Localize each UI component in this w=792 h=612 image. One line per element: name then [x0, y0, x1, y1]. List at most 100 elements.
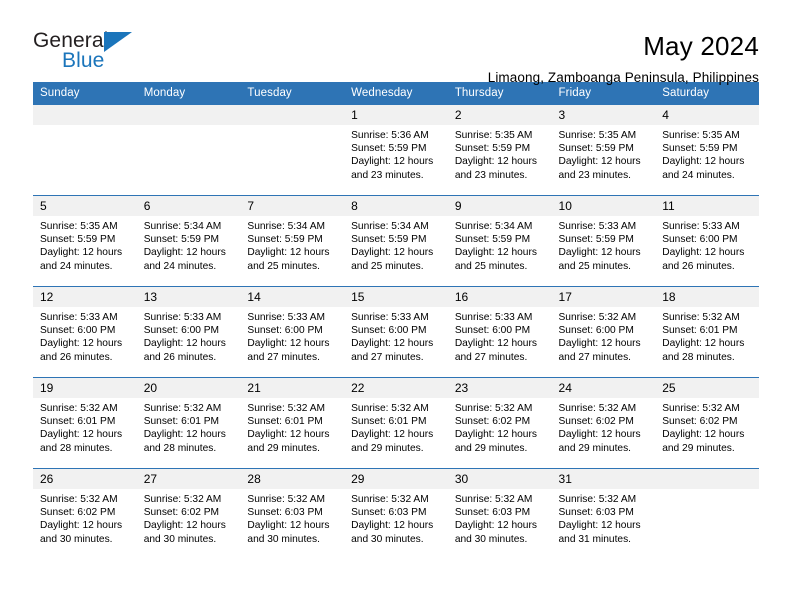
detail-daylight-2: and 30 minutes.: [40, 533, 113, 545]
calendar-day-cell[interactable]: 28 Sunrise: 5:32 AM Sunset: 6:03 PM Dayligh…: [240, 468, 345, 559]
detail-daylight-1: Daylight: 12 hours: [351, 338, 434, 350]
day-cell-inner: 20 Sunrise: 5:32 AM Sunset: 6:01 PM Dayligh…: [136, 378, 241, 468]
calendar-day-cell[interactable]: 1 Sunrise: 5:36 AM Sunset: 5:59 PM Daylight…: [344, 104, 448, 196]
triangle-icon: [104, 32, 132, 52]
calendar-day-cell[interactable]: 14 Sunrise: 5:33 AM Sunset: 6:00 PM Dayligh…: [240, 286, 345, 378]
day-cell-inner: 19 Sunrise: 5:32 AM Sunset: 6:01 PM Dayligh…: [33, 378, 137, 468]
detail-daylight-1: Daylight: 12 hours: [454, 429, 537, 441]
day-number: 14: [240, 287, 345, 307]
title-block: May 2024 Limaong, Zamboanga Peninsula, P…: [488, 30, 759, 85]
day-cell-inner: 4 Sunrise: 5:35 AM Sunset: 5:59 PM Daylight…: [655, 105, 759, 195]
day-number: 2: [447, 105, 552, 125]
weekday-header-sunday: Sunday: [33, 82, 137, 105]
day-number: 19: [33, 378, 137, 398]
calendar-day-cell[interactable]: 18 Sunrise: 5:32 AM Sunset: 6:01 PM Dayligh…: [655, 286, 759, 378]
calendar-day-cell[interactable]: 22 Sunrise: 5:32 AM Sunset: 6:01 PM Dayligh…: [344, 377, 448, 469]
day-details: Sunrise: 5:32 AM Sunset: 6:01 PM Daylight:…: [137, 398, 241, 455]
detail-sunset: Sunset: 6:01 PM: [247, 416, 323, 428]
calendar-day-cell[interactable]: 23 Sunrise: 5:32 AM Sunset: 6:02 PM Dayligh…: [447, 377, 552, 469]
detail-daylight-2: and 30 minutes.: [351, 533, 424, 545]
calendar-day-cell[interactable]: 11 Sunrise: 5:33 AM Sunset: 6:00 PM Dayligh…: [655, 195, 759, 287]
detail-daylight-2: and 25 minutes.: [351, 260, 424, 272]
day-number: 20: [136, 378, 241, 398]
general-blue-logo[interactable]: General Blue: [33, 30, 143, 76]
calendar-day-cell[interactable]: 7 Sunrise: 5:34 AM Sunset: 5:59 PM Daylight…: [240, 195, 345, 287]
detail-sunset: Sunset: 5:59 PM: [247, 234, 323, 246]
detail-daylight-2: and 30 minutes.: [143, 533, 217, 545]
calendar-day-cell[interactable]: 24 Sunrise: 5:32 AM Sunset: 6:02 PM Dayligh…: [551, 377, 656, 469]
weekday-header-friday: Friday: [551, 82, 656, 105]
detail-daylight-2: and 29 minutes.: [454, 442, 528, 454]
calendar-day-cell[interactable]: 6 Sunrise: 5:34 AM Sunset: 5:59 PM Daylight…: [136, 195, 241, 287]
weekday-header-tuesday: Tuesday: [240, 82, 345, 105]
day-details: Sunrise: 5:36 AM Sunset: 5:59 PM Daylight:…: [344, 125, 448, 182]
day-number: 6: [136, 196, 241, 216]
calendar-day-cell[interactable]: 30 Sunrise: 5:32 AM Sunset: 6:03 PM Dayligh…: [447, 468, 552, 559]
day-details: Sunrise: 5:35 AM Sunset: 5:59 PM Daylight:…: [655, 125, 759, 182]
calendar-day-cell[interactable]: 29 Sunrise: 5:32 AM Sunset: 6:03 PM Dayligh…: [344, 468, 448, 559]
day-cell-inner: 9 Sunrise: 5:34 AM Sunset: 5:59 PM Daylight…: [447, 196, 552, 286]
calendar-day-cell[interactable]: 12 Sunrise: 5:33 AM Sunset: 6:00 PM Dayligh…: [33, 286, 137, 378]
detail-sunset: Sunset: 6:01 PM: [143, 416, 220, 428]
day-number: 22: [344, 378, 448, 398]
calendar-day-cell[interactable]: 25 Sunrise: 5:32 AM Sunset: 6:02 PM Dayligh…: [655, 377, 759, 469]
day-cell-inner: 13 Sunrise: 5:33 AM Sunset: 6:00 PM Dayligh…: [136, 287, 241, 377]
calendar-day-cell[interactable]: 10 Sunrise: 5:33 AM Sunset: 5:59 PM Dayligh…: [551, 195, 656, 287]
detail-sunset: Sunset: 6:00 PM: [247, 325, 323, 337]
calendar-day-cell[interactable]: 5 Sunrise: 5:35 AM Sunset: 5:59 PM Daylight…: [33, 195, 137, 287]
day-cell-inner: 16 Sunrise: 5:33 AM Sunset: 6:00 PM Dayligh…: [447, 287, 552, 377]
calendar-day-cell[interactable]: 17 Sunrise: 5:32 AM Sunset: 6:00 PM Dayligh…: [551, 286, 656, 378]
detail-sunrise: Sunrise: 5:35 AM: [40, 221, 118, 232]
detail-sunset: Sunset: 6:03 PM: [558, 507, 634, 519]
calendar-day-cell[interactable]: 15 Sunrise: 5:33 AM Sunset: 6:00 PM Dayligh…: [344, 286, 448, 378]
detail-daylight-1: Daylight: 12 hours: [454, 520, 537, 532]
detail-sunrise: Sunrise: 5:34 AM: [247, 221, 325, 232]
day-number: 3: [551, 105, 656, 125]
detail-daylight-1: Daylight: 12 hours: [247, 338, 330, 350]
detail-sunrise: Sunrise: 5:33 AM: [40, 312, 118, 323]
day-cell-inner: 22 Sunrise: 5:32 AM Sunset: 6:01 PM Dayligh…: [344, 378, 448, 468]
calendar-day-cell[interactable]: 4 Sunrise: 5:35 AM Sunset: 5:59 PM Daylight…: [655, 104, 759, 196]
calendar-day-cell[interactable]: 27 Sunrise: 5:32 AM Sunset: 6:02 PM Dayligh…: [136, 468, 241, 559]
day-cell-inner: 6 Sunrise: 5:34 AM Sunset: 5:59 PM Daylight…: [136, 196, 241, 286]
day-cell-inner: 7 Sunrise: 5:34 AM Sunset: 5:59 PM Daylight…: [240, 196, 345, 286]
calendar-day-cell[interactable]: 20 Sunrise: 5:32 AM Sunset: 6:01 PM Dayligh…: [136, 377, 241, 469]
day-cell-inner: 18 Sunrise: 5:32 AM Sunset: 6:01 PM Dayligh…: [655, 287, 759, 377]
calendar-day-cell[interactable]: 19 Sunrise: 5:32 AM Sunset: 6:01 PM Dayligh…: [33, 377, 137, 469]
calendar-cell-empty: [240, 104, 345, 196]
detail-daylight-1: Daylight: 12 hours: [143, 338, 226, 350]
calendar-day-cell[interactable]: 3 Sunrise: 5:35 AM Sunset: 5:59 PM Daylight…: [551, 104, 656, 196]
location-subtitle: Limaong, Zamboanga Peninsula, Philippine…: [487, 69, 759, 85]
detail-sunrise: Sunrise: 5:32 AM: [558, 494, 637, 505]
detail-daylight-2: and 29 minutes.: [662, 442, 735, 454]
detail-daylight-2: and 30 minutes.: [454, 533, 528, 545]
day-number: 25: [655, 378, 759, 398]
calendar-day-cell[interactable]: 13 Sunrise: 5:33 AM Sunset: 6:00 PM Dayligh…: [136, 286, 241, 378]
day-cell-inner: 14 Sunrise: 5:33 AM Sunset: 6:00 PM Dayligh…: [240, 287, 345, 377]
month-calendar: Sunday Monday Tuesday Wednesday Thursday Frid…: [33, 82, 759, 559]
detail-sunset: Sunset: 5:59 PM: [558, 234, 634, 246]
calendar-day-cell[interactable]: 2 Sunrise: 5:35 AM Sunset: 5:59 PM Daylight…: [447, 104, 552, 196]
calendar-cell-empty: [33, 104, 137, 196]
day-cell-inner: 30 Sunrise: 5:32 AM Sunset: 6:03 PM Dayligh…: [447, 469, 552, 559]
calendar-day-cell[interactable]: 31 Sunrise: 5:32 AM Sunset: 6:03 PM Dayligh…: [551, 468, 656, 559]
day-number: 9: [447, 196, 552, 216]
detail-sunrise: Sunrise: 5:33 AM: [454, 312, 533, 323]
day-cell-inner: 29 Sunrise: 5:32 AM Sunset: 6:03 PM Dayligh…: [344, 469, 448, 559]
day-details: Sunrise: 5:34 AM Sunset: 5:59 PM Daylight:…: [448, 216, 552, 273]
calendar-day-cell[interactable]: 16 Sunrise: 5:33 AM Sunset: 6:00 PM Dayligh…: [447, 286, 552, 378]
day-number: 29: [344, 469, 448, 489]
day-details: Sunrise: 5:32 AM Sunset: 6:02 PM Daylight:…: [655, 398, 759, 455]
calendar-day-cell[interactable]: 26 Sunrise: 5:32 AM Sunset: 6:02 PM Dayligh…: [33, 468, 137, 559]
detail-sunset: Sunset: 5:59 PM: [454, 143, 531, 155]
day-number: [136, 105, 241, 125]
calendar-day-cell[interactable]: 8 Sunrise: 5:34 AM Sunset: 5:59 PM Daylight…: [344, 195, 448, 287]
page-header: General Blue May 2024 Limaong, Zamboanga…: [33, 0, 759, 85]
day-cell-inner: [240, 105, 345, 195]
day-cell-inner: 27 Sunrise: 5:32 AM Sunset: 6:02 PM Dayligh…: [136, 469, 241, 559]
detail-daylight-2: and 24 minutes.: [40, 260, 113, 272]
detail-daylight-2: and 23 minutes.: [454, 169, 528, 181]
calendar-day-cell[interactable]: 9 Sunrise: 5:34 AM Sunset: 5:59 PM Daylight…: [447, 195, 552, 287]
detail-daylight-1: Daylight: 12 hours: [558, 338, 641, 350]
calendar-day-cell[interactable]: 21 Sunrise: 5:32 AM Sunset: 6:01 PM Dayligh…: [240, 377, 345, 469]
